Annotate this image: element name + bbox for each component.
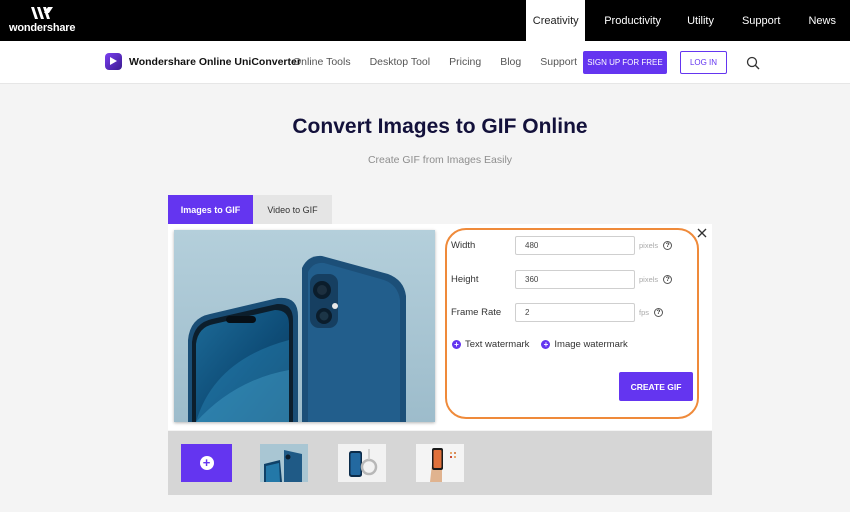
login-button[interactable]: LOG IN [680,51,727,74]
image-thumbnail[interactable] [260,444,308,482]
frame-rate-row: Frame Rate fps ? [451,303,664,322]
image-thumbnail[interactable] [338,444,386,482]
thumbnail-phones [260,444,308,482]
image-strip: + [168,431,712,495]
main-nav: Online Tools Desktop Tool Pricing Blog S… [293,56,596,68]
nav-blog[interactable]: Blog [500,56,521,68]
width-input[interactable] [515,236,635,255]
frame-rate-label: Frame Rate [451,307,502,318]
text-watermark-label: Text watermark [465,339,530,350]
width-unit: pixels [639,241,659,250]
topnav-utility[interactable]: Utility [673,0,728,41]
search-icon[interactable] [746,56,760,70]
plus-icon: + [541,340,551,349]
page-subtitle: Create GIF from Images Easily [367,154,513,166]
image-watermark-label: Image watermark [554,339,628,350]
nav-desktop-tool[interactable]: Desktop Tool [370,56,431,68]
help-icon[interactable]: ? [654,308,664,317]
nav-online-tools[interactable]: Online Tools [293,56,351,68]
tab-video-to-gif[interactable]: Video to GIF [253,195,332,224]
height-label: Height [451,274,479,285]
nav-pricing[interactable]: Pricing [449,56,481,68]
height-row: Height pixels ? [451,270,673,289]
width-row: Width pixels ? [451,236,673,255]
create-gif-button[interactable]: CREATE GIF [619,372,693,401]
image-preview [174,230,435,422]
top-bar: wondershare Creativity Productivity Util… [0,0,850,41]
close-icon[interactable] [697,228,707,238]
thumbnail-phone-charger [338,444,386,482]
topnav-creativity[interactable]: Creativity [526,0,586,41]
phone-photo [174,230,435,422]
watermark-options: + Text watermark + Image watermark [452,339,640,350]
nav-support[interactable]: Support [540,56,577,68]
height-input[interactable] [515,270,635,289]
top-nav: Creativity Productivity Utility Support … [526,0,850,41]
frame-rate-input[interactable] [515,303,635,322]
wondershare-logo[interactable]: wondershare [9,6,75,36]
frame-rate-unit: fps [639,308,650,317]
topnav-news[interactable]: News [794,0,850,41]
image-thumbnail[interactable] [416,444,464,482]
height-unit: pixels [639,275,659,284]
tab-images-to-gif[interactable]: Images to GIF [168,195,253,224]
page-body: Convert Images to GIF Online Create GIF … [0,84,850,512]
product-nav-bar: Wondershare Online UniConverter Online T… [0,41,850,84]
image-watermark-button[interactable]: + Image watermark [541,339,628,350]
topnav-productivity[interactable]: Productivity [592,0,673,41]
converter-tabs: Images to GIF Video to GIF [168,195,332,224]
product-name: Wondershare Online UniConverter [129,55,301,68]
plus-icon: + [452,340,461,349]
uniconverter-icon [105,53,122,70]
text-watermark-button[interactable]: + Text watermark [452,339,529,350]
help-icon[interactable]: ? [663,275,673,284]
add-image-button[interactable]: + [181,444,232,482]
converter-panel: Width pixels ? Height pixels ? Frame Rat… [168,224,712,430]
thumbnail-hand-phone [416,444,464,482]
page-title: Convert Images to GIF Online [292,115,588,138]
width-label: Width [451,240,476,251]
wondershare-wordmark: wondershare [9,22,76,34]
wondershare-logo-icon [31,7,53,19]
help-icon[interactable]: ? [663,241,673,250]
add-image-icon: + [199,456,214,470]
signup-button[interactable]: SIGN UP FOR FREE [583,51,667,74]
product-brand[interactable]: Wondershare Online UniConverter [105,53,301,70]
topnav-support[interactable]: Support [728,0,795,41]
